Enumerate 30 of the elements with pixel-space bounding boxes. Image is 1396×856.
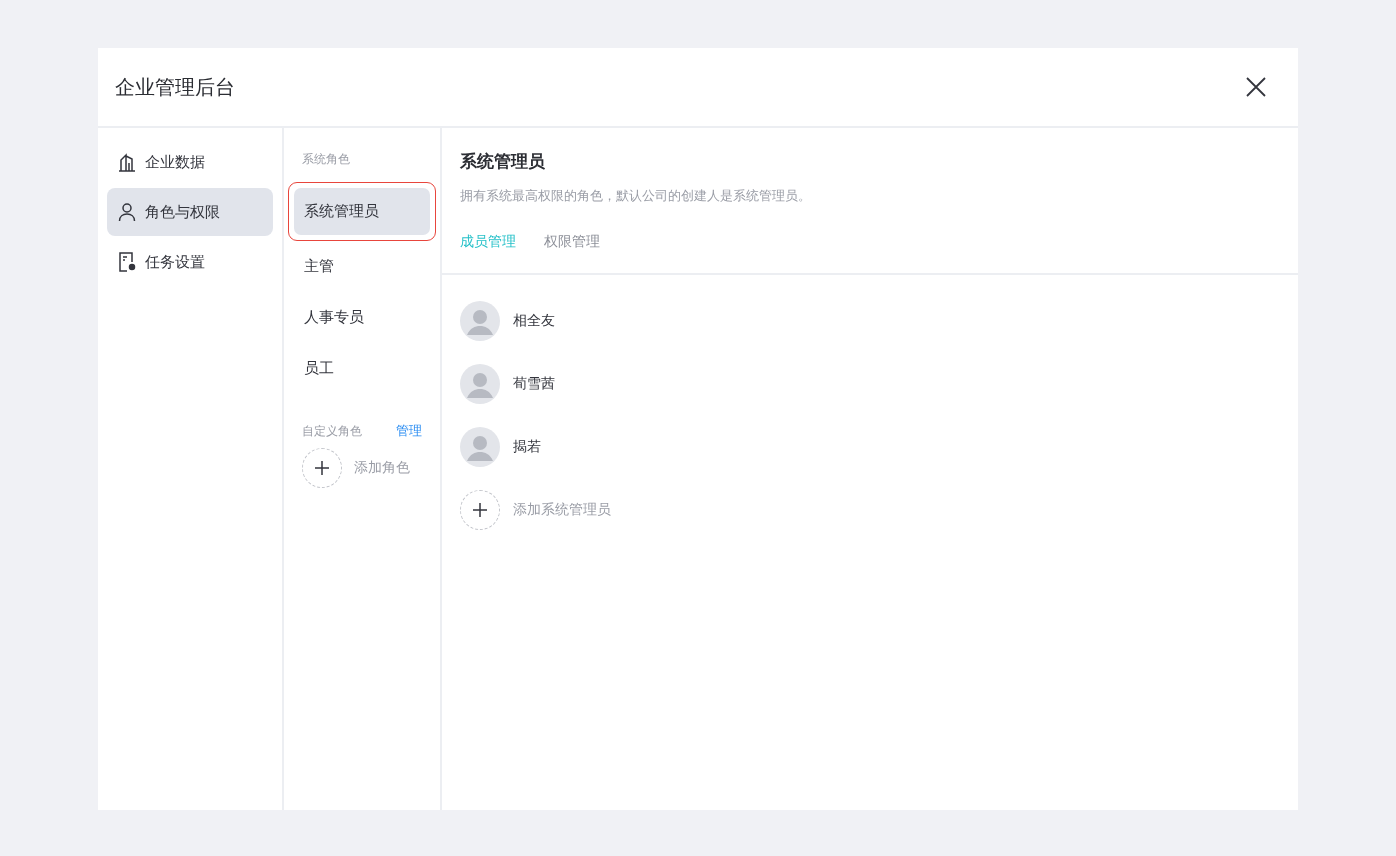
add-member-label: 添加系统管理员 — [513, 501, 611, 519]
avatar — [460, 364, 500, 404]
window-title: 企业管理后台 — [115, 73, 235, 101]
member-name: 揭若 — [513, 438, 541, 456]
member-name: 相全友 — [513, 312, 555, 330]
avatar — [460, 427, 500, 467]
manage-link[interactable]: 管理 — [396, 422, 422, 440]
role-item[interactable]: 主管 — [294, 243, 430, 290]
plus-icon — [315, 461, 329, 475]
role-item[interactable]: 系统管理员 — [294, 188, 430, 235]
close-icon — [1246, 77, 1266, 97]
building-icon — [117, 152, 137, 172]
section-heading: 自定义角色 — [302, 422, 362, 440]
role-description: 拥有系统最高权限的角色，默认公司的创建人是系统管理员。 — [460, 187, 812, 205]
add-role-label: 添加角色 — [354, 459, 410, 477]
member-name: 荀雪茜 — [513, 375, 555, 393]
avatar — [460, 301, 500, 341]
sidebar-item[interactable]: 任务设置 — [107, 238, 273, 286]
plus-icon — [473, 503, 487, 517]
sidebar-label: 角色与权限 — [145, 202, 220, 222]
role-item[interactable]: 人事专员 — [294, 294, 430, 341]
sidebar-item[interactable]: 企业数据 — [107, 138, 273, 186]
section-heading: 系统角色 — [302, 152, 350, 166]
role-item[interactable]: 员工 — [294, 345, 430, 392]
sidebar-item[interactable]: 角色与权限 — [107, 188, 273, 236]
document-gear-icon — [117, 252, 137, 272]
sidebar-label: 企业数据 — [145, 152, 205, 172]
role-title: 系统管理员 — [460, 150, 546, 173]
user-icon — [117, 202, 137, 222]
sidebar-label: 任务设置 — [145, 252, 205, 272]
